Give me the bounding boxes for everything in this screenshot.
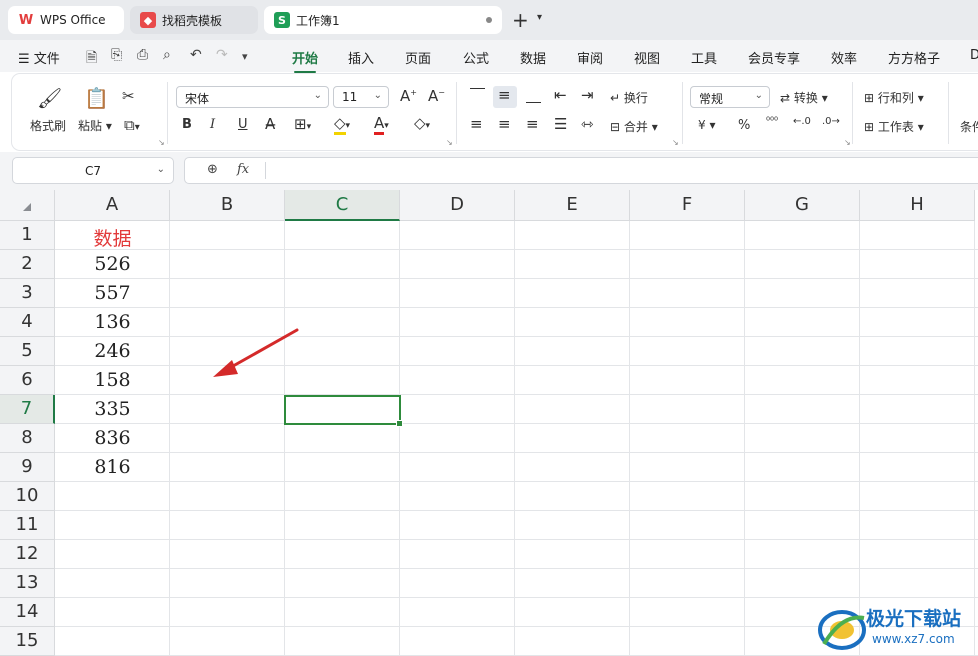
watermark-name: 极光下载站 bbox=[866, 608, 962, 630]
watermark-url: www.xz7.com bbox=[872, 632, 955, 646]
annotation-arrow bbox=[213, 328, 299, 377]
